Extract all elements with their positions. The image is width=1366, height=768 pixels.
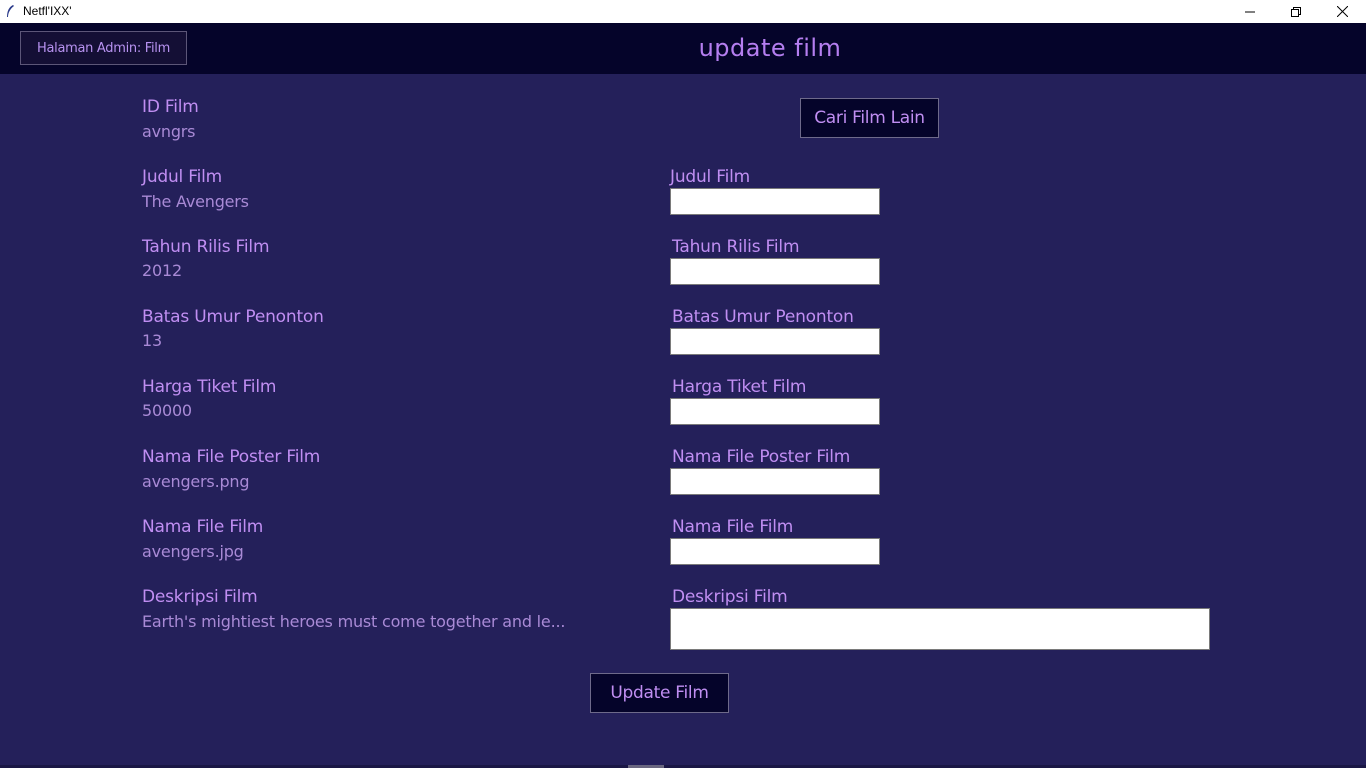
app-header: Halaman Admin: Film update film [0,23,1366,74]
window-title: Netfl'IXX' [23,4,72,18]
new-deskripsi-input[interactable] [670,608,1210,650]
deskripsi-value: Earth's mightiest heroes must come toget… [142,612,566,631]
new-tahun-label: Tahun Rilis Film [672,237,800,257]
minimize-button[interactable] [1227,0,1273,23]
close-icon [1336,6,1348,17]
restore-button[interactable] [1273,0,1319,23]
new-judul-label: Judul Film [670,167,751,187]
feather-icon [7,5,14,17]
new-poster-input[interactable] [670,468,880,495]
poster-file-label: Nama File Poster Film [142,447,321,467]
restore-icon [1291,6,1301,17]
batas-umur-label: Batas Umur Penonton [142,307,324,327]
new-tahun-input[interactable] [670,258,880,285]
tahun-rilis-label: Tahun Rilis Film [142,237,270,257]
cari-film-lain-button[interactable]: Cari Film Lain [800,98,939,138]
new-harga-input[interactable] [670,398,880,425]
harga-tiket-label: Harga Tiket Film [142,377,277,397]
harga-tiket-value: 50000 [142,401,192,420]
deskripsi-label: Deskripsi Film [142,587,258,607]
admin-film-button[interactable]: Halaman Admin: Film [20,31,187,65]
new-deskripsi-label: Deskripsi Film [672,587,788,607]
id-film-value: avngrs [142,122,196,141]
batas-umur-value: 13 [142,331,162,350]
new-file-input[interactable] [670,538,880,565]
window-titlebar: Netfl'IXX' [0,0,1366,23]
poster-file-value: avengers.png [142,472,250,491]
judul-film-value: The Avengers [142,192,249,211]
new-judul-input[interactable] [670,188,880,215]
id-film-label: ID Film [142,97,199,117]
new-poster-label: Nama File Poster Film [672,447,851,467]
tahun-rilis-value: 2012 [142,261,182,280]
minimize-icon [1245,11,1255,12]
close-button[interactable] [1319,0,1365,23]
new-umur-input[interactable] [670,328,880,355]
film-file-label: Nama File Film [142,517,264,537]
new-umur-label: Batas Umur Penonton [672,307,854,327]
judul-film-label: Judul Film [142,167,223,187]
film-file-value: avengers.jpg [142,542,244,561]
new-harga-label: Harga Tiket Film [672,377,807,397]
new-file-label: Nama File Film [672,517,794,537]
update-film-button[interactable]: Update Film [590,673,729,713]
page-title: update film [698,34,842,62]
